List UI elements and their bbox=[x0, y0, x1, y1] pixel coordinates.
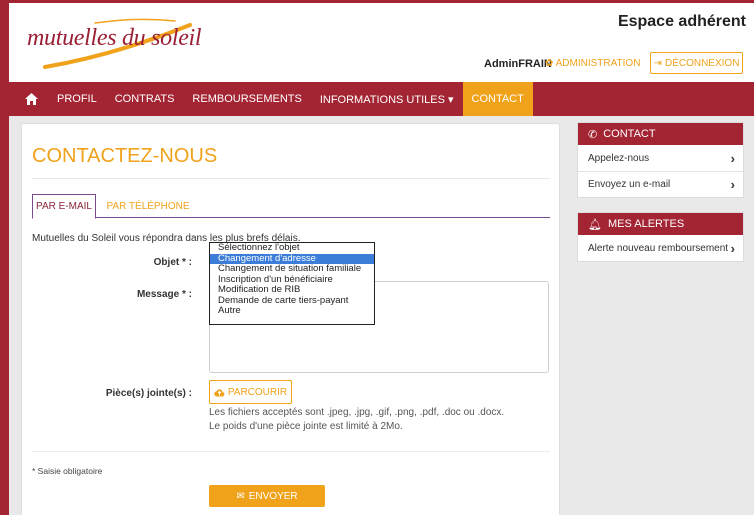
main-navbar: PROFIL CONTRATS REMBOURSEMENTS INFORMATI… bbox=[9, 82, 754, 116]
alerts-side-title: MES ALERTES bbox=[607, 218, 685, 230]
logout-label: DÉCONNEXION bbox=[664, 57, 740, 69]
chevron-right-icon: › bbox=[730, 240, 735, 256]
send-button[interactable]: ✉ ENVOYER bbox=[209, 485, 325, 507]
space-title: Espace adhérent bbox=[617, 13, 746, 30]
envelope-icon: ✉ bbox=[236, 490, 245, 502]
contact-form-panel: CONTACTEZ-NOUS PAR E-MAIL PAR TÉLÉPHONE … bbox=[21, 123, 560, 515]
sidebar-item-refund-alert[interactable]: Alerte nouveau remboursement › bbox=[578, 235, 743, 261]
object-label: Objet * : bbox=[153, 257, 192, 268]
file-types-hint: Les fichiers acceptés sont .jpeg, .jpg, … bbox=[209, 407, 505, 418]
alerts-side-panel: 🔔︎ MES ALERTES Alerte nouveau remboursem… bbox=[577, 212, 744, 262]
select-option[interactable]: Autre bbox=[210, 305, 374, 317]
gear-icon: ✿ bbox=[545, 58, 556, 69]
logout-icon: ⇥ bbox=[653, 57, 662, 69]
contact-tabs: PAR E-MAIL PAR TÉLÉPHONE bbox=[32, 194, 550, 219]
required-note: * Saisie obligatoire bbox=[32, 466, 103, 476]
sidebar-item-label: Appelez-nous bbox=[588, 152, 650, 164]
attachments-label: Pièce(s) jointe(s) : bbox=[105, 388, 192, 399]
contact-side-panel: ✆ CONTACT Appelez-nous › Envoyez un e-ma… bbox=[577, 122, 744, 198]
message-label: Message * : bbox=[136, 289, 192, 300]
browse-button[interactable]: PARCOURIR bbox=[209, 380, 292, 404]
tab-email[interactable]: PAR E-MAIL bbox=[32, 194, 96, 219]
alerts-side-header: 🔔︎ MES ALERTES bbox=[578, 213, 743, 235]
nav-contact[interactable]: CONTACT bbox=[462, 82, 533, 116]
chevron-right-icon: › bbox=[730, 177, 735, 192]
nav-contrats[interactable]: CONTRATS bbox=[106, 82, 184, 116]
left-frame-border bbox=[0, 0, 9, 515]
page-title: CONTACTEZ-NOUS bbox=[32, 145, 218, 167]
sidebar-item-label: Envoyez un e-mail bbox=[588, 179, 671, 190]
cloud-upload-icon bbox=[214, 388, 225, 397]
bell-icon: 🔔︎ bbox=[588, 218, 602, 231]
site-logo[interactable]: mutuelles du soleil bbox=[27, 25, 202, 52]
tab-phone[interactable]: PAR TÉLÉPHONE bbox=[98, 194, 198, 218]
contact-side-header: ✆ CONTACT bbox=[578, 123, 743, 145]
contact-side-title: CONTACT bbox=[603, 128, 656, 140]
send-label: ENVOYER bbox=[248, 490, 298, 502]
sidebar-item-email[interactable]: Envoyez un e-mail › bbox=[578, 171, 743, 197]
home-icon bbox=[25, 93, 38, 105]
phone-icon: ✆ bbox=[588, 128, 598, 141]
select-option[interactable]: Changement de situation familiale bbox=[210, 263, 374, 275]
sidebar-item-label: Alerte nouveau remboursement bbox=[588, 242, 729, 254]
sidebar-item-call[interactable]: Appelez-nous › bbox=[578, 145, 743, 171]
chevron-right-icon: › bbox=[730, 150, 735, 166]
nav-informations-utiles[interactable]: INFORMATIONS UTILES ▾ bbox=[311, 82, 463, 116]
nav-home[interactable] bbox=[9, 82, 48, 116]
object-select-dropdown[interactable]: Sélectionnez l'objet Changement d'adress… bbox=[209, 242, 375, 325]
form-divider bbox=[32, 451, 550, 452]
title-divider bbox=[32, 178, 550, 179]
browse-label: PARCOURIR bbox=[227, 386, 288, 398]
administration-label: ADMINISTRATION bbox=[555, 58, 641, 69]
file-size-hint: Le poids d'une pièce jointe est limité à… bbox=[209, 421, 403, 432]
select-option[interactable]: Sélectionnez l'objet bbox=[210, 242, 374, 254]
site-header: mutuelles du soleil Espace adhérent Admi… bbox=[9, 3, 754, 82]
select-option[interactable]: Modification de RIB bbox=[210, 284, 374, 296]
nav-remboursements[interactable]: REMBOURSEMENTS bbox=[183, 82, 310, 116]
administration-link[interactable]: ✿ ADMINISTRATION bbox=[545, 58, 640, 69]
user-name: AdminFRAIN bbox=[484, 58, 552, 70]
logout-button[interactable]: ⇥ DÉCONNEXION bbox=[650, 52, 743, 74]
nav-profil[interactable]: PROFIL bbox=[48, 82, 106, 116]
